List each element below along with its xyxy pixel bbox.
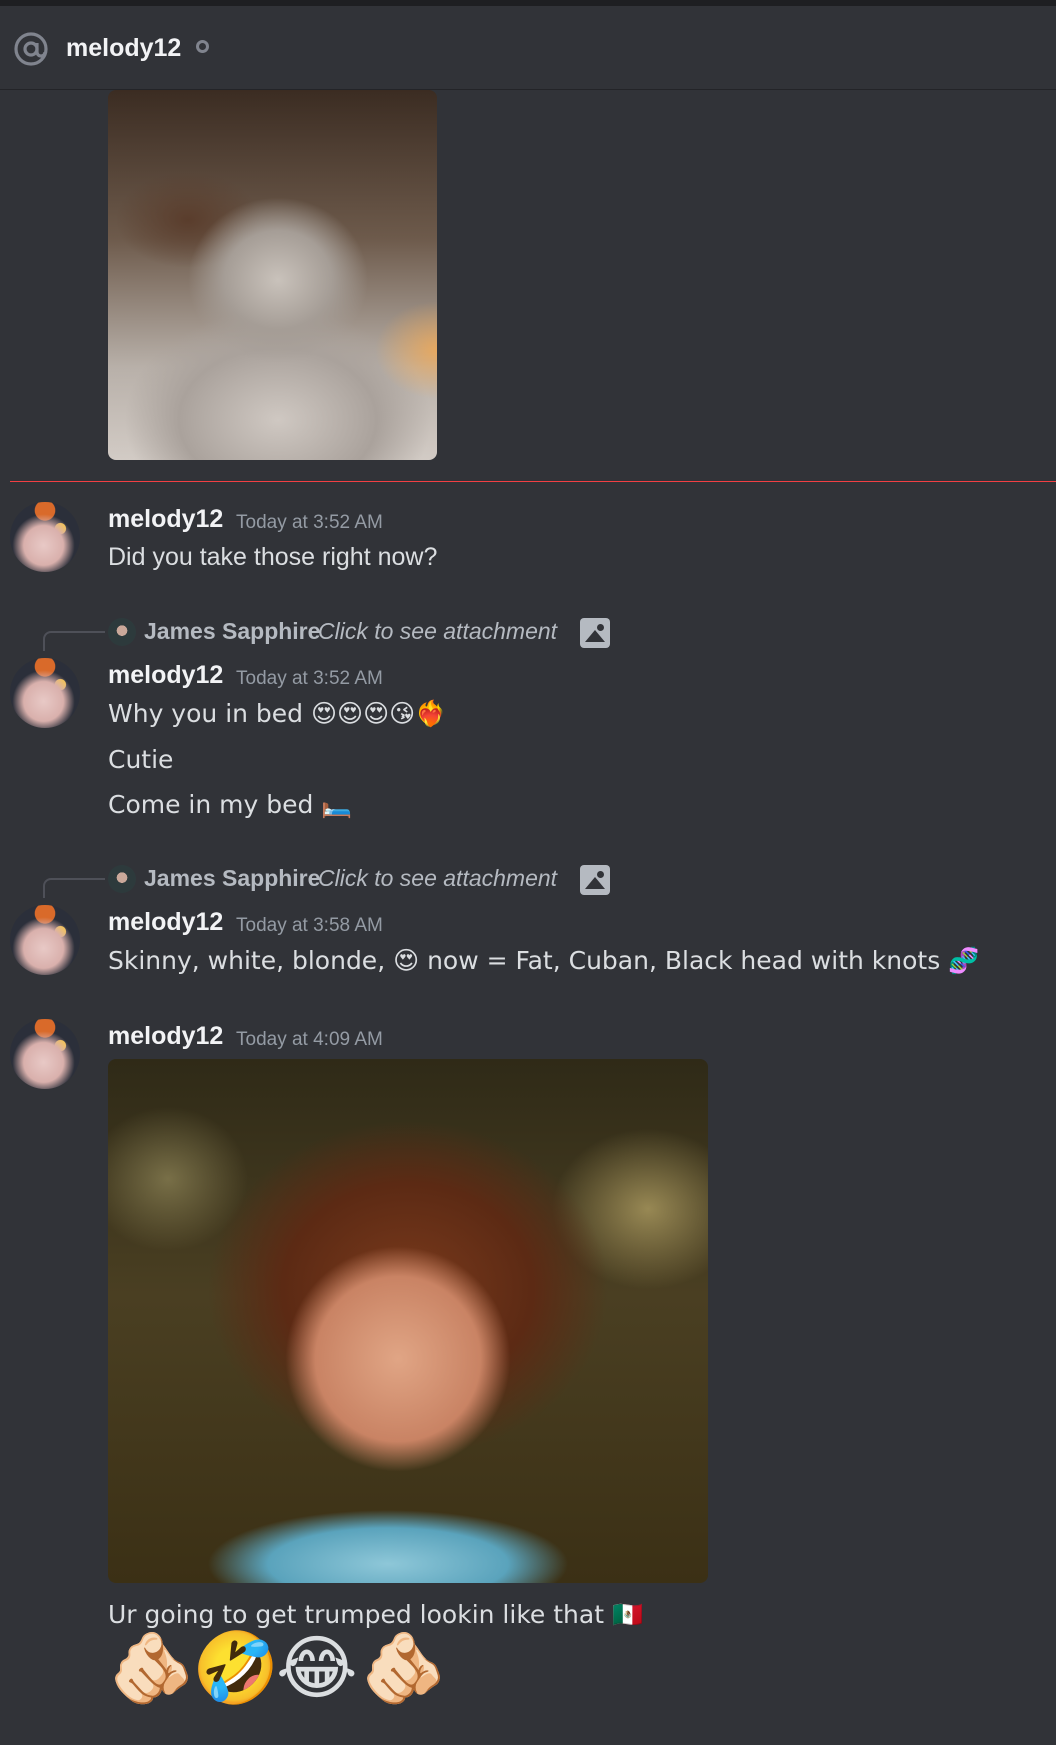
- message-text: Did you take those right now?: [108, 543, 438, 571]
- message-author[interactable]: melody12: [108, 661, 223, 690]
- message-text: Ur going to get trumped lookin like that…: [108, 1600, 644, 1629]
- message-author[interactable]: melody12: [108, 1022, 223, 1051]
- channel-title: melody12: [66, 34, 182, 62]
- avatar[interactable]: [10, 1019, 80, 1089]
- reply-avatar[interactable]: [108, 865, 136, 893]
- message-timestamp: Today at 3:52 AM: [236, 668, 383, 689]
- channel-header: melody12: [0, 6, 1056, 90]
- avatar[interactable]: [10, 502, 80, 572]
- image-attachment[interactable]: [108, 90, 437, 460]
- reply-author[interactable]: James Sapphire: [144, 618, 320, 645]
- offline-status-icon: [196, 40, 209, 53]
- image-icon: [580, 618, 610, 648]
- message-text: Come in my bed 🛏️: [108, 790, 353, 819]
- pointing-emoji: 🫵🏻: [108, 1627, 196, 1709]
- reply-preview-text[interactable]: Click to see attachment: [318, 865, 557, 892]
- reply-connector: [43, 631, 105, 651]
- pointing-emoji: 🫵🏻: [360, 1627, 448, 1709]
- rofl-emoji: 🤣: [192, 1627, 280, 1709]
- image-icon: [580, 865, 610, 895]
- new-messages-divider: [10, 481, 1056, 482]
- image-attachment[interactable]: [108, 1059, 708, 1583]
- reply-preview-text[interactable]: Click to see attachment: [318, 618, 557, 645]
- message-author[interactable]: melody12: [108, 505, 223, 534]
- message-timestamp: Today at 4:09 AM: [236, 1029, 383, 1050]
- joy-emoji: 😂: [276, 1627, 358, 1709]
- reply-connector: [43, 878, 105, 898]
- message-text: Why you in bed 😍😍😍😘❤️‍🔥: [108, 699, 447, 728]
- avatar[interactable]: [10, 658, 80, 728]
- avatar[interactable]: [10, 905, 80, 975]
- message-author[interactable]: melody12: [108, 908, 223, 937]
- message-timestamp: Today at 3:52 AM: [236, 512, 383, 533]
- message-timestamp: Today at 3:58 AM: [236, 915, 383, 936]
- reply-author[interactable]: James Sapphire: [144, 865, 320, 892]
- message-text: Cutie: [108, 745, 174, 774]
- message-text: Skinny, white, blonde, 😍 now = Fat, Cuba…: [108, 946, 980, 975]
- at-sign-icon: [14, 32, 48, 66]
- reply-avatar[interactable]: [108, 618, 136, 646]
